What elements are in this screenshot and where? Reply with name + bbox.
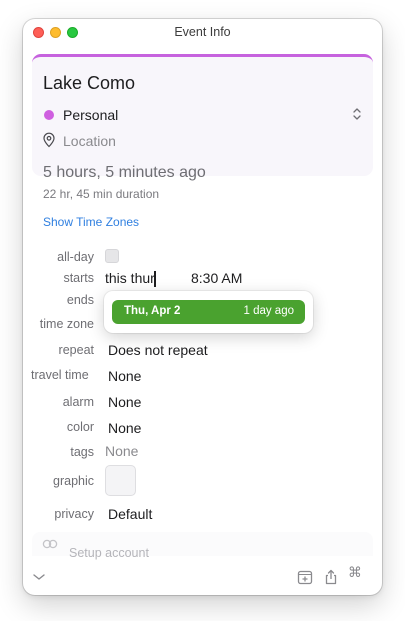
chevron-updown-icon[interactable] [351,106,363,122]
privacy-label: privacy [54,507,94,521]
duration-text: 22 hr, 45 min duration [43,187,160,201]
privacy-selector[interactable]: Default [108,506,152,522]
window-title: Event Info [174,25,231,39]
show-time-zones-link[interactable]: Show Time Zones [43,215,139,229]
event-title[interactable]: Lake Como [43,73,135,94]
account-icon [42,539,58,549]
alarm-label: alarm [62,395,94,409]
location-field[interactable]: Location [63,133,116,149]
repeat-selector[interactable]: Does not repeat [108,342,208,358]
relative-time-text: 5 hours, 5 minutes ago [43,164,206,181]
title-bar: Event Info [23,19,382,45]
setup-account-row[interactable]: Setup account [32,532,373,560]
tags-field[interactable]: None [105,443,138,459]
travel-time-selector[interactable]: None [108,368,141,384]
event-header-card: Lake Como Personal Location [32,54,373,176]
share-icon[interactable] [323,569,339,585]
repeat-label: repeat [58,343,94,357]
time-zone-label: time zone [39,317,94,331]
event-info-window: Event Info Lake Como Personal Location 5… [23,19,382,595]
bottom-toolbar: ⌘ [23,557,382,595]
date-suggestion-item[interactable]: Thu, Apr 2 1 day ago [112,300,305,324]
suggestion-date: Thu, Apr 2 [124,305,181,317]
all-day-label: all-day [57,250,94,264]
command-icon[interactable]: ⌘ [348,565,362,581]
starts-label: starts [63,271,94,285]
suggestion-relative: 1 day ago [243,305,294,317]
alarm-selector[interactable]: None [108,394,141,410]
calendar-color-dot [44,110,54,120]
start-time-field[interactable]: 8:30 AM [191,270,242,286]
ends-label: ends [66,293,94,307]
all-day-checkbox[interactable] [105,249,119,263]
graphic-well[interactable] [105,465,136,496]
start-date-input[interactable]: this thur [105,270,155,286]
calendar-selector[interactable]: Personal [63,107,118,123]
date-suggestion-popover: Thu, Apr 2 1 day ago [104,291,313,333]
chevron-down-icon[interactable] [32,569,46,585]
tags-label: tags [70,445,94,459]
add-to-calendar-icon[interactable] [297,569,313,585]
color-label: color [66,420,94,434]
graphic-label: graphic [53,474,94,488]
text-caret [154,271,156,287]
location-pin-icon [43,132,55,148]
travel-time-label: travel time [31,368,89,382]
color-selector[interactable]: None [108,420,141,436]
